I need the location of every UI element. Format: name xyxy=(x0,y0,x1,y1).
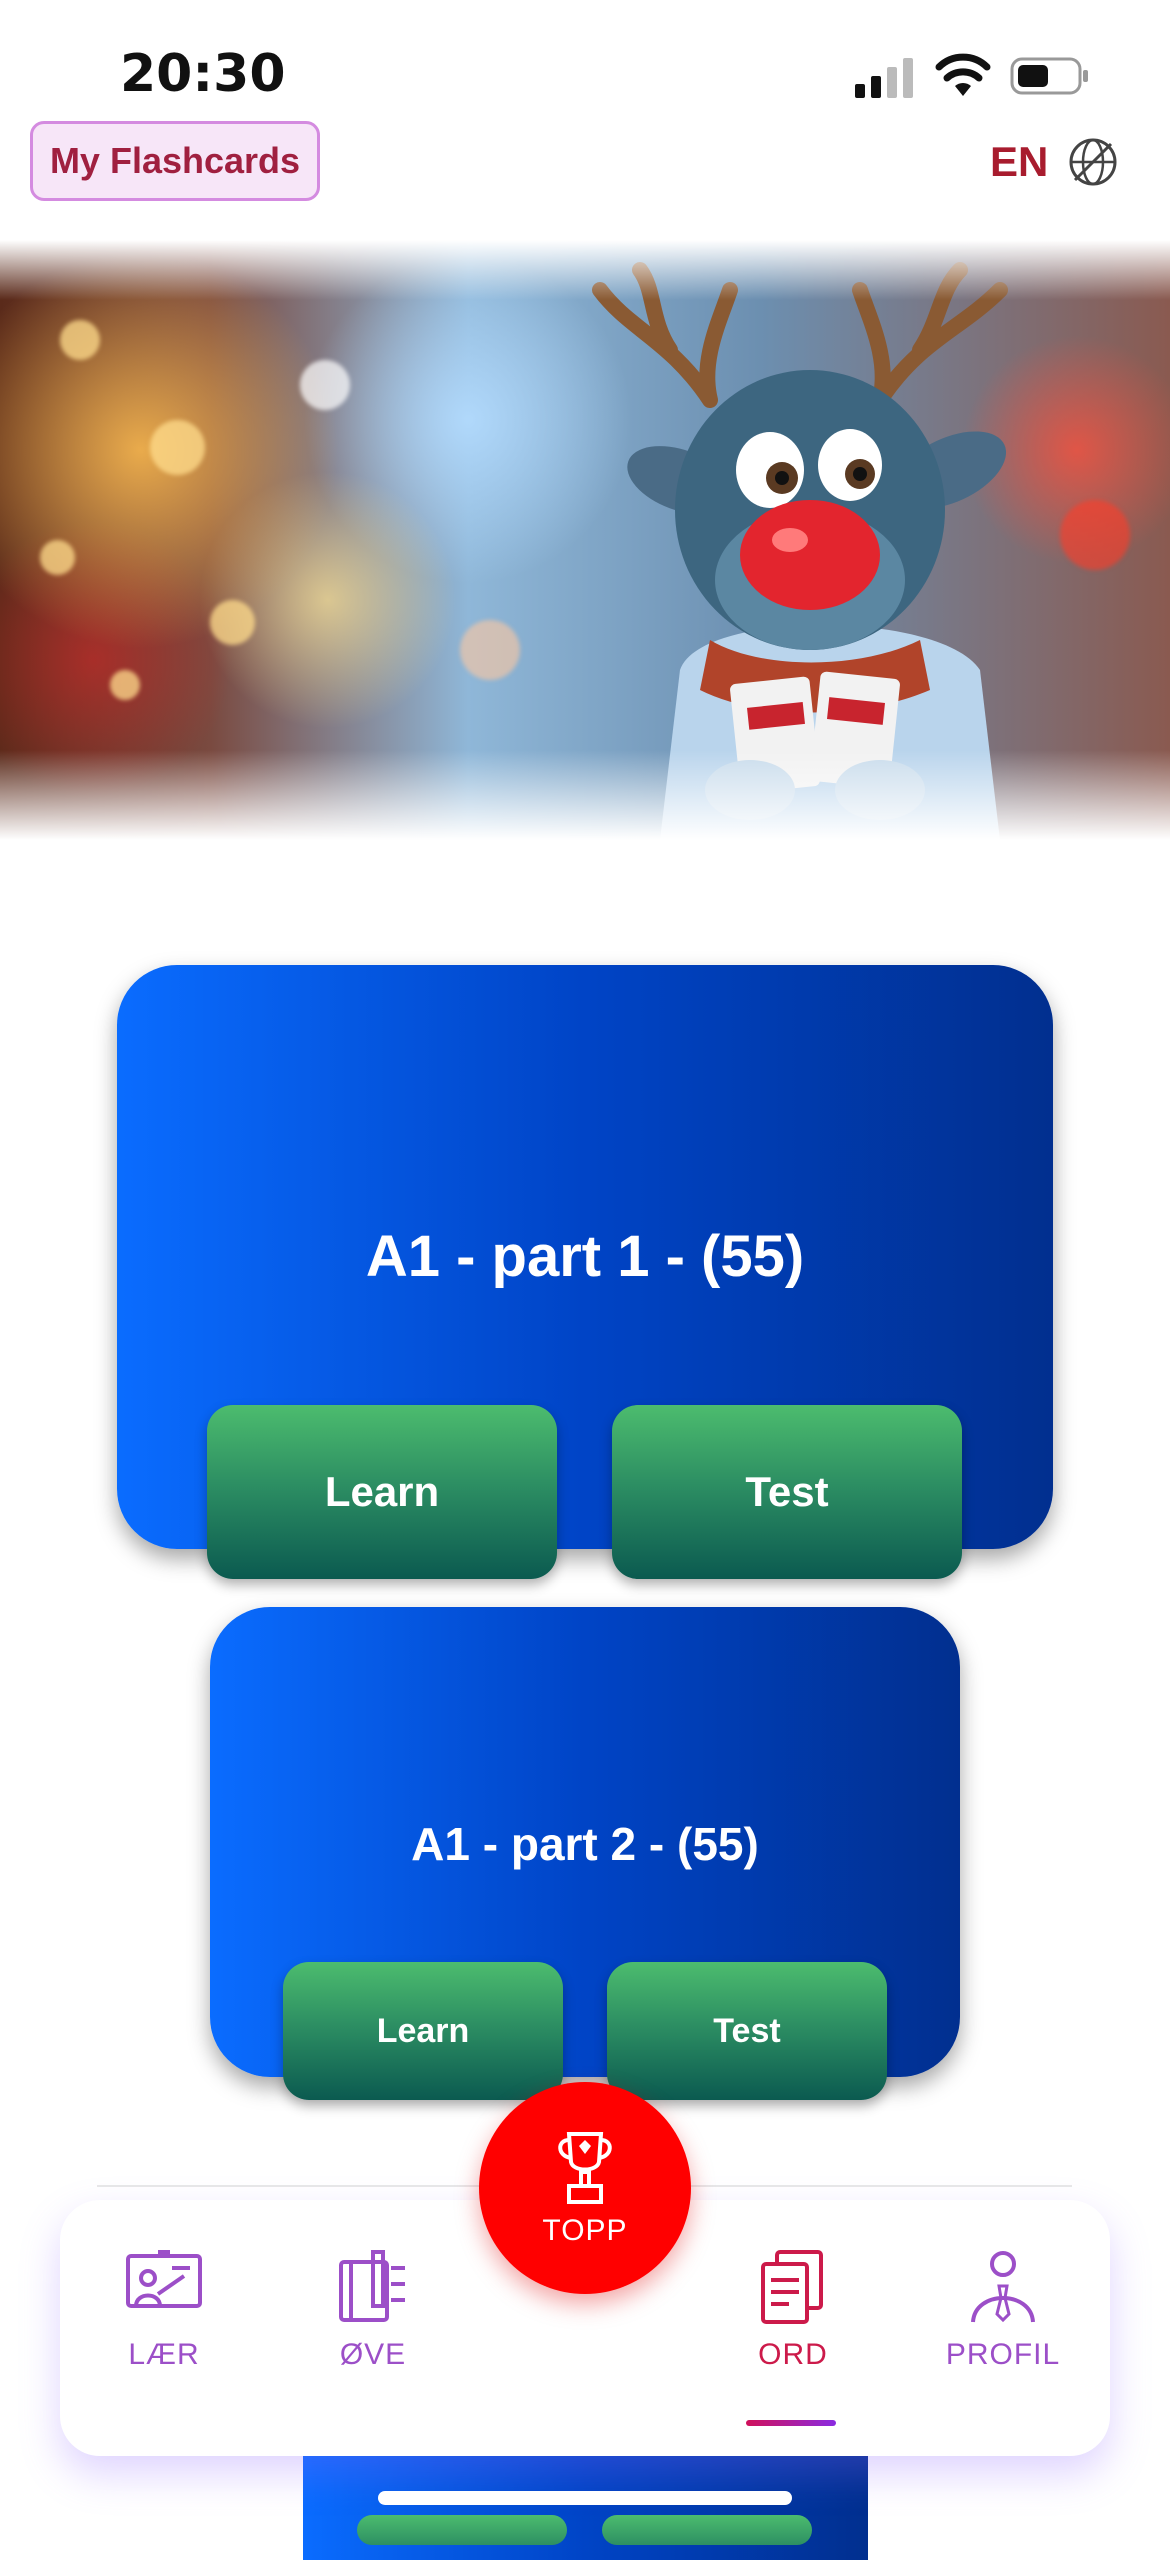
bokeh-light xyxy=(40,540,75,575)
nav-item-ord[interactable]: ORD xyxy=(703,2250,883,2372)
topp-label: TOPP xyxy=(542,2214,628,2247)
bokeh-light xyxy=(110,670,140,700)
hero-banner xyxy=(0,240,1170,840)
nav-label: ORD xyxy=(758,2338,828,2371)
test-button-partial xyxy=(602,2515,812,2545)
nav-label: PROFIL xyxy=(945,2338,1061,2371)
trophy-icon xyxy=(558,2132,612,2204)
nav-label: ØVE xyxy=(339,2338,407,2371)
nav-item-profil[interactable]: PROFIL xyxy=(913,2250,1093,2372)
banner-fade xyxy=(0,750,1170,840)
bokeh-light xyxy=(150,420,205,475)
teacher-board-icon xyxy=(126,2250,202,2308)
nav-item-laer[interactable]: LÆR xyxy=(74,2250,254,2372)
learn-button-partial xyxy=(357,2515,567,2545)
bokeh-light xyxy=(460,620,520,680)
person-icon xyxy=(971,2251,1035,2323)
globe-icon[interactable] xyxy=(1065,134,1121,190)
deck-title: A1 - part 2 - (55) xyxy=(411,1818,759,1870)
home-indicator[interactable] xyxy=(378,2491,792,2505)
notebook-pen-icon xyxy=(339,2250,405,2322)
my-flashcards-button[interactable]: My Flashcards xyxy=(30,121,320,201)
test-button[interactable]: Test xyxy=(607,1962,887,2100)
active-tab-indicator xyxy=(746,2420,836,2426)
wifi-icon xyxy=(935,53,991,96)
bokeh-light xyxy=(300,360,350,410)
bokeh-light xyxy=(60,320,100,360)
deck-title: A1 - part 1 - (55) xyxy=(365,1224,805,1289)
learn-button[interactable]: Learn xyxy=(207,1405,557,1579)
documents-icon xyxy=(761,2250,823,2324)
battery-icon xyxy=(1010,57,1088,95)
nav-item-ove[interactable]: ØVE xyxy=(283,2250,463,2372)
nav-label: LÆR xyxy=(128,2338,200,2371)
banner-fade xyxy=(0,240,1170,300)
cellular-signal-icon xyxy=(855,58,913,98)
learn-button[interactable]: Learn xyxy=(283,1962,563,2100)
test-button[interactable]: Test xyxy=(612,1405,962,1579)
topp-button[interactable]: TOPP xyxy=(479,2082,691,2294)
bokeh-light xyxy=(210,600,255,645)
language-label[interactable]: EN xyxy=(990,138,1048,186)
status-time: 20:30 xyxy=(120,44,286,104)
